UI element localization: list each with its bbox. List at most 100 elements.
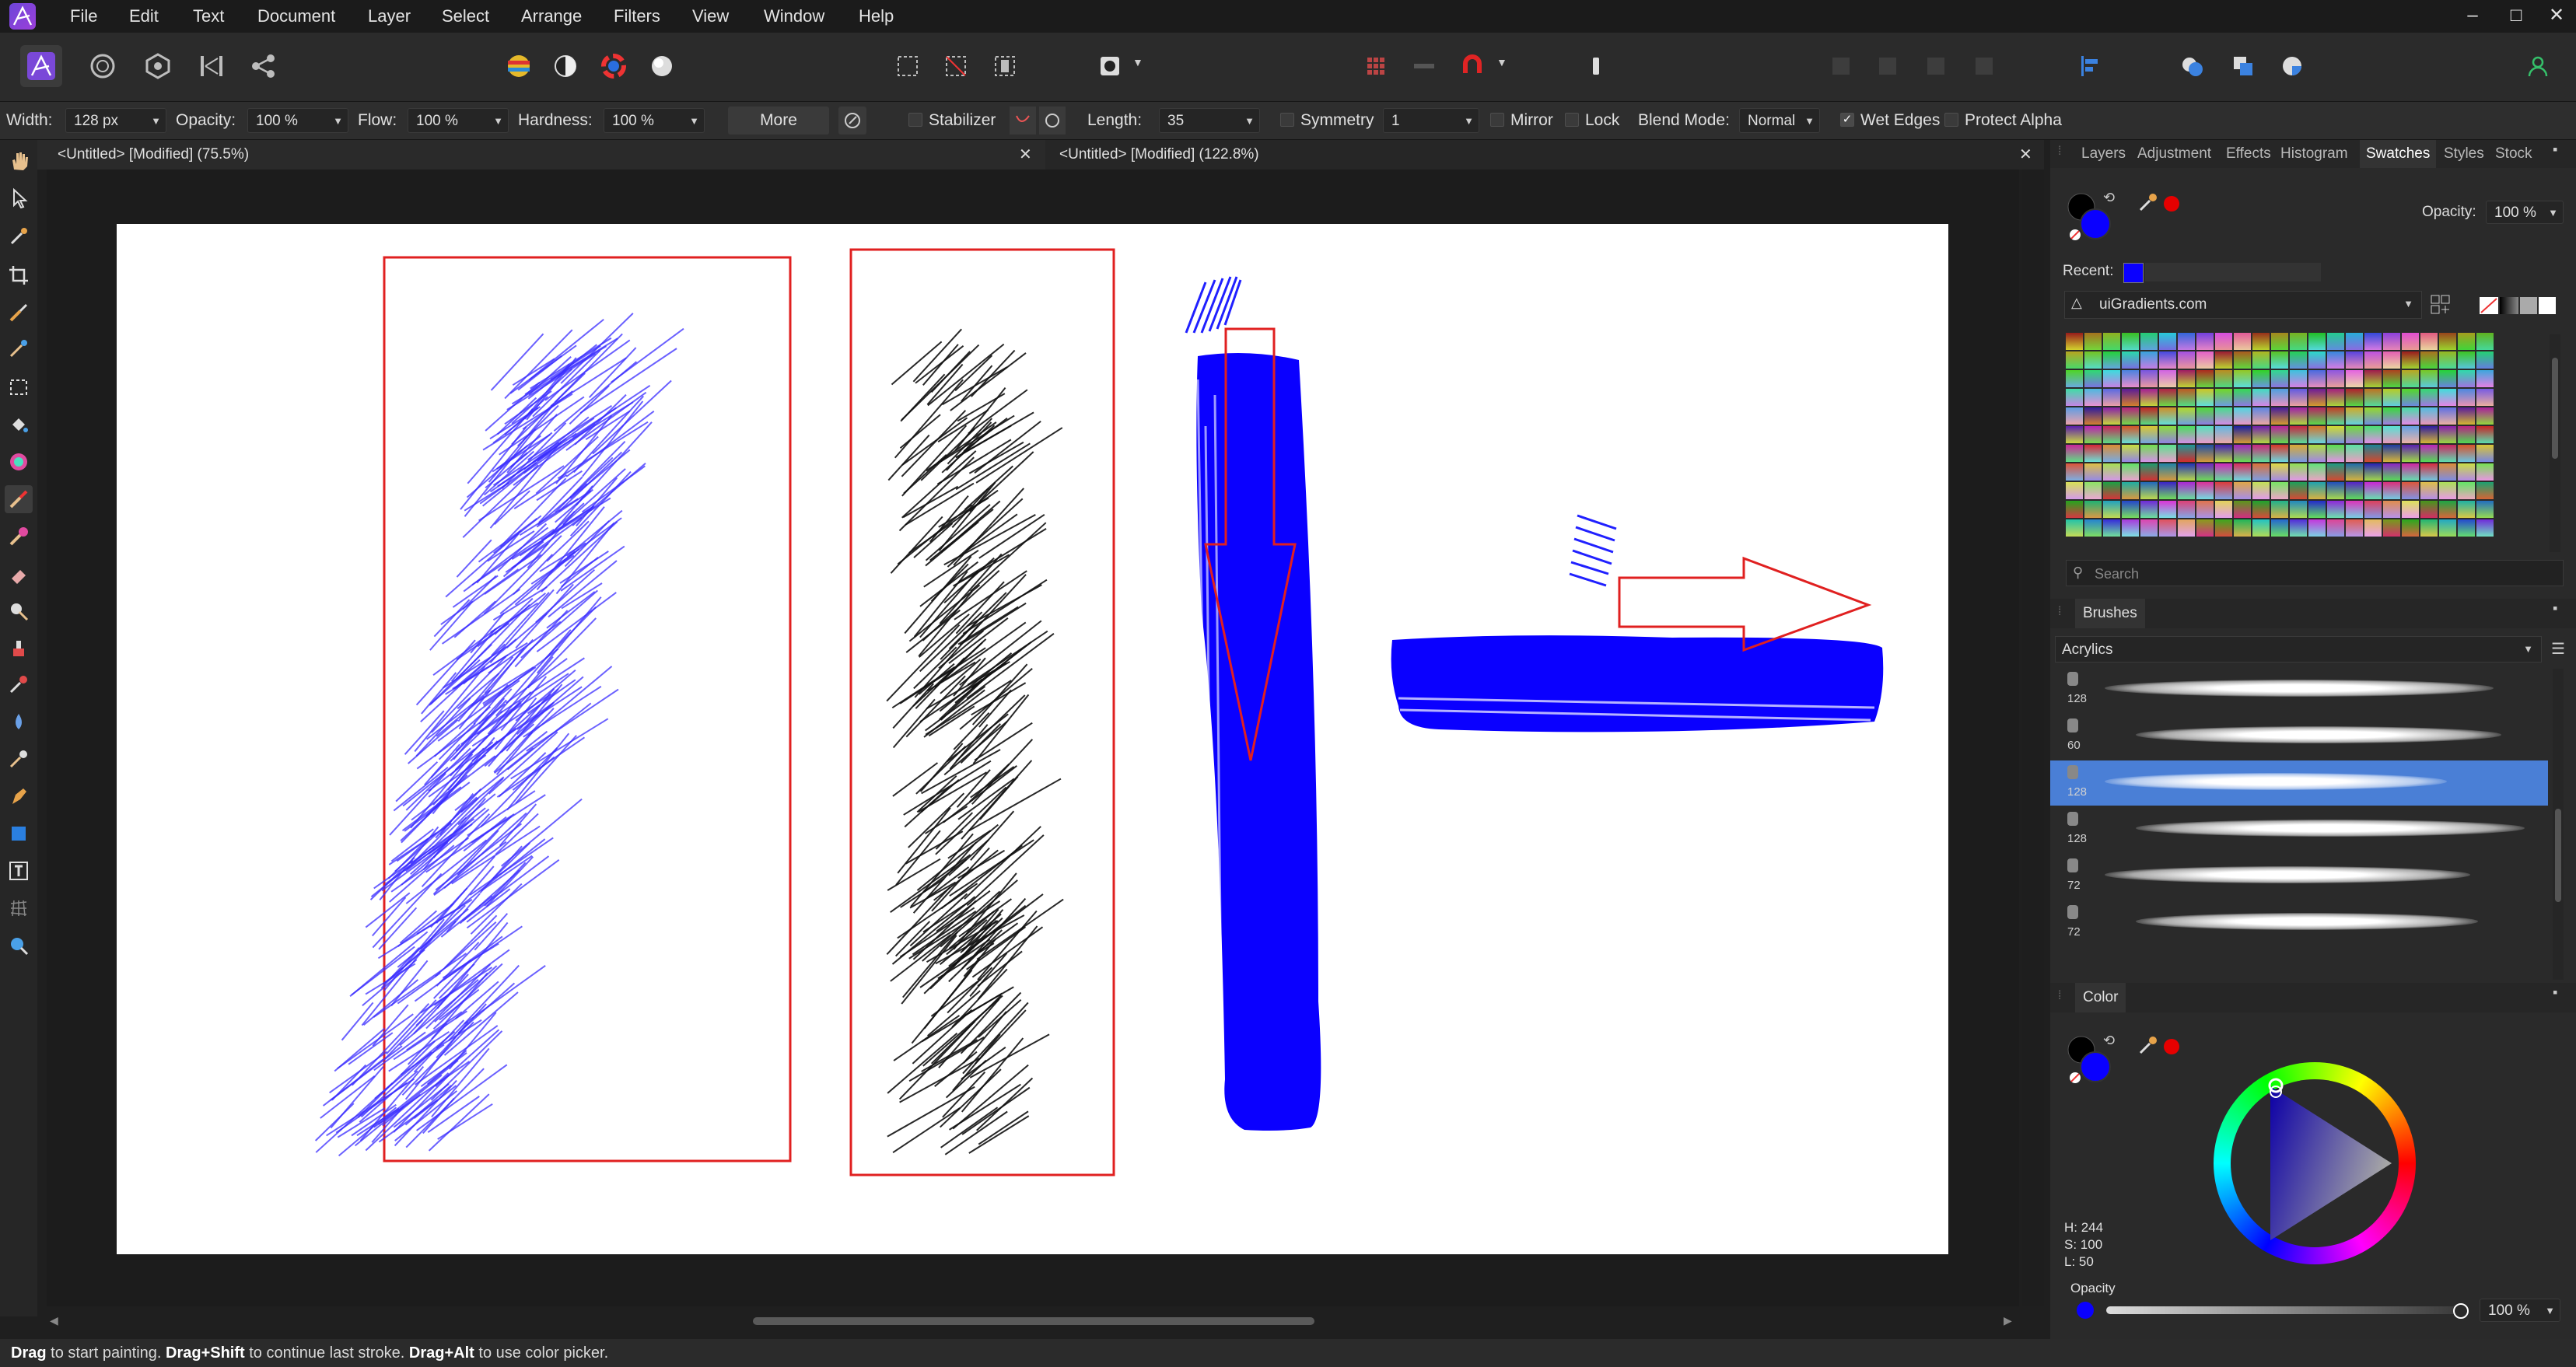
swatch-cell[interactable]: [2439, 482, 2456, 499]
tab-layers[interactable]: Layers: [2081, 140, 2126, 168]
brush-category-dropdown-icon[interactable]: ▼: [2523, 643, 2533, 655]
swatch-cell[interactable]: [2140, 501, 2158, 518]
canvas-document[interactable]: [117, 224, 1948, 1254]
swatch-cell[interactable]: [2458, 501, 2475, 518]
swatch-cell[interactable]: [2103, 407, 2120, 425]
swatch-cell[interactable]: [2271, 351, 2288, 369]
swatch-cell[interactable]: [2458, 370, 2475, 387]
swatch-cell[interactable]: [2476, 482, 2494, 499]
swatch-cell[interactable]: [2383, 463, 2400, 481]
close-tab-1-icon[interactable]: ✕: [1019, 140, 1032, 170]
swatch-cell[interactable]: [2159, 482, 2176, 499]
swatch-cell[interactable]: [2084, 445, 2102, 462]
swatch-cell[interactable]: [2159, 351, 2176, 369]
brush-item[interactable]: 72: [2050, 900, 2548, 946]
swatch-cell[interactable]: [2308, 351, 2326, 369]
swatch-cell[interactable]: [2103, 370, 2120, 387]
swatch-cell[interactable]: [2364, 389, 2382, 406]
swatch-cell[interactable]: [2476, 407, 2494, 425]
swatch-cell[interactable]: [2271, 333, 2288, 350]
menu-window[interactable]: Window: [764, 0, 824, 33]
swatch-cell[interactable]: [2140, 333, 2158, 350]
swatch-cell[interactable]: [2159, 501, 2176, 518]
swatch-cell[interactable]: [2364, 519, 2382, 537]
recent-swatch[interactable]: [2123, 263, 2144, 283]
swatch-cell[interactable]: [2308, 519, 2326, 537]
swatch-cell[interactable]: [2346, 463, 2363, 481]
swatch-cell[interactable]: [2364, 482, 2382, 499]
swatch-cell[interactable]: [2215, 501, 2232, 518]
swatch-cell[interactable]: [2458, 407, 2475, 425]
selection-brush-tool-icon[interactable]: [5, 299, 33, 327]
swatch-cell[interactable]: [2196, 519, 2214, 537]
swatch-cell[interactable]: [2140, 351, 2158, 369]
swatch-cell[interactable]: [2458, 482, 2475, 499]
align-icon[interactable]: [2069, 45, 2111, 87]
swatch-cell[interactable]: [2420, 370, 2438, 387]
swatch-cell[interactable]: [2402, 407, 2419, 425]
global-color-icon[interactable]: [2164, 196, 2179, 212]
brush-item[interactable]: 72: [2050, 854, 2548, 899]
blend-mode-dropdown-icon[interactable]: ▼: [1804, 109, 1815, 134]
swatch-cell[interactable]: [2103, 482, 2120, 499]
color-panel-title[interactable]: Color: [2075, 983, 2126, 1012]
tone-mapping-persona-icon[interactable]: [191, 45, 233, 87]
swatch-cell[interactable]: [2383, 445, 2400, 462]
swatch-cell[interactable]: [2084, 407, 2102, 425]
swatch-cell[interactable]: [2346, 370, 2363, 387]
swatch-cell[interactable]: [2234, 370, 2251, 387]
swatch-cell[interactable]: [2140, 463, 2158, 481]
flood-fill-tool-icon[interactable]: [5, 411, 33, 439]
brush-category-select[interactable]: Acrylics ▼: [2055, 636, 2542, 663]
swatch-search-box[interactable]: ⚲ Search: [2066, 560, 2564, 586]
swatch-cell[interactable]: [2066, 333, 2083, 350]
swatch-cell[interactable]: [2178, 407, 2195, 425]
swatch-cell[interactable]: [2271, 370, 2288, 387]
swatch-cell[interactable]: [2103, 333, 2120, 350]
swatch-cell[interactable]: [2178, 389, 2195, 406]
swatch-cell[interactable]: [2364, 351, 2382, 369]
swatch-cell[interactable]: [2364, 426, 2382, 443]
swatch-cell[interactable]: [2252, 501, 2270, 518]
swatch-cell[interactable]: [2346, 407, 2363, 425]
swatch-cell[interactable]: [2383, 482, 2400, 499]
tab-histogram[interactable]: Histogram: [2280, 140, 2348, 168]
swatch-opacity-dropdown-icon[interactable]: ▼: [2548, 201, 2558, 225]
swatch-cell[interactable]: [2196, 482, 2214, 499]
swatch-cell[interactable]: [2234, 333, 2251, 350]
intersect-boolean-icon[interactable]: [2271, 45, 2313, 87]
scroll-left-icon[interactable]: ◀: [50, 1314, 58, 1327]
swatch-cell[interactable]: [2458, 519, 2475, 537]
black-swatch[interactable]: [2500, 297, 2518, 314]
swatch-cell[interactable]: [2346, 519, 2363, 537]
clone-brush-tool-icon[interactable]: [5, 635, 33, 663]
photo-persona-icon[interactable]: [20, 45, 62, 87]
swatch-cell[interactable]: [2140, 370, 2158, 387]
swatch-cell[interactable]: [2178, 463, 2195, 481]
develop-persona-icon[interactable]: [137, 45, 179, 87]
swatch-cell[interactable]: [2234, 482, 2251, 499]
swatch-cell[interactable]: [2196, 333, 2214, 350]
color-opacity-field[interactable]: 100 % ▼: [2480, 1299, 2560, 1322]
close-tab-2-icon[interactable]: ✕: [2019, 140, 2032, 170]
swatch-cell[interactable]: [2383, 333, 2400, 350]
swatch-cell[interactable]: [2439, 370, 2456, 387]
arrange-backward-icon[interactable]: [1867, 45, 1909, 87]
swatch-cell[interactable]: [2383, 407, 2400, 425]
blemish-removal-tool-icon[interactable]: [5, 670, 33, 698]
snapping-dropdown-icon[interactable]: ▼: [1496, 56, 1507, 68]
arrange-front-icon[interactable]: [1963, 45, 2005, 87]
zoom-tool-icon[interactable]: [5, 932, 33, 960]
swatch-cell[interactable]: [2122, 482, 2139, 499]
swatch-cell[interactable]: [2215, 370, 2232, 387]
palette-dropdown-icon[interactable]: ▼: [2403, 298, 2413, 309]
swatch-cell[interactable]: [2346, 351, 2363, 369]
flow-field[interactable]: 100 % ▼: [408, 108, 509, 133]
length-field[interactable]: 35 ▼: [1159, 108, 1260, 133]
swatch-cell[interactable]: [2066, 463, 2083, 481]
swatch-cell[interactable]: [2290, 370, 2307, 387]
opacity-slider-handle[interactable]: [2453, 1303, 2469, 1319]
swatch-cell[interactable]: [2327, 463, 2344, 481]
swatch-cell[interactable]: [2178, 426, 2195, 443]
horizontal-scrollbar-thumb[interactable]: [753, 1317, 1314, 1325]
